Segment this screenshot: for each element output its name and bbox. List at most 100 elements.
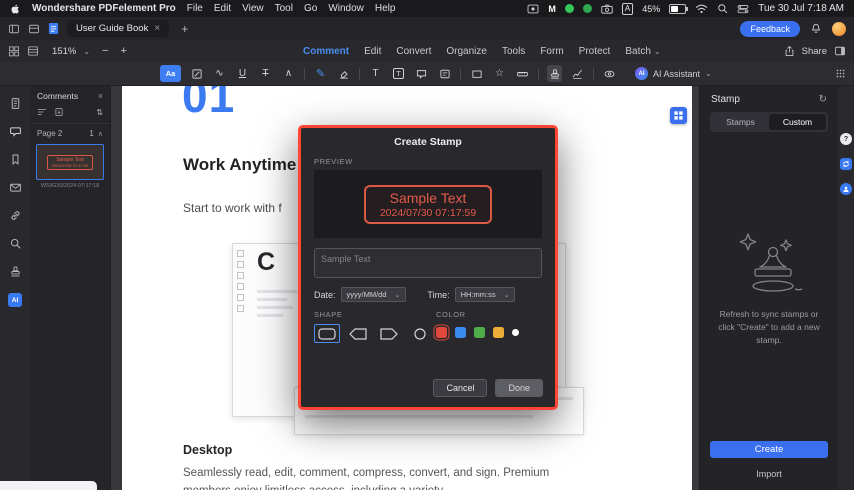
wifi-icon[interactable]: [695, 3, 708, 14]
color-blue-swatch[interactable]: [455, 327, 466, 338]
camera-icon[interactable]: [601, 4, 613, 14]
ai-assistant-button[interactable]: AI AI Assistant ⌄: [635, 67, 712, 80]
share-label[interactable]: Share: [802, 46, 827, 57]
menu-file[interactable]: File: [187, 3, 203, 14]
color-green-swatch[interactable]: [474, 327, 485, 338]
date-format-select[interactable]: yyyy/MM/dd ⌄: [340, 287, 407, 302]
zoom-out-button[interactable]: −: [102, 45, 108, 57]
control-center-icon[interactable]: [737, 4, 749, 14]
measure-tool-button[interactable]: [515, 65, 530, 82]
stamp-text-input[interactable]: [314, 248, 542, 278]
color-red-swatch[interactable]: [436, 327, 447, 338]
tab-edit[interactable]: Edit: [364, 46, 381, 57]
share-icon[interactable]: [784, 45, 795, 57]
eraser-tool-button[interactable]: [336, 65, 351, 82]
feedback-button[interactable]: Feedback: [740, 20, 800, 37]
cloud-sync-icon[interactable]: [840, 158, 852, 170]
callout-tool-button[interactable]: [414, 65, 429, 82]
tab-protect[interactable]: Protect: [579, 46, 611, 57]
bookmarks-panel-icon[interactable]: [9, 153, 22, 166]
app-menu-title[interactable]: Wondershare PDFelement Pro: [32, 3, 176, 14]
notifications-bell-icon[interactable]: [810, 22, 822, 35]
menu-view[interactable]: View: [242, 3, 264, 14]
quick-tools-button[interactable]: [670, 107, 687, 124]
stamps-panel-icon[interactable]: [9, 265, 22, 278]
zoom-level[interactable]: 151%: [52, 46, 76, 57]
shape-tag-left-button[interactable]: [345, 324, 371, 343]
apps-grid-icon[interactable]: [835, 68, 846, 79]
tab-tools[interactable]: Tools: [502, 46, 525, 57]
squiggly-underline-tool-button[interactable]: ∿: [212, 65, 227, 82]
zoom-chevron-icon[interactable]: ⌄: [83, 47, 90, 56]
apple-menu-icon[interactable]: [10, 3, 21, 15]
menubar-clock[interactable]: Tue 30 Jul 7:18 AM: [758, 3, 844, 14]
shape-tag-right-button[interactable]: [376, 324, 402, 343]
text-comment-tool-button[interactable]: T: [368, 65, 383, 82]
cancel-button[interactable]: Cancel: [433, 379, 488, 397]
menu-window[interactable]: Window: [328, 3, 364, 14]
document-tab[interactable]: User Guide Book ×: [67, 20, 170, 37]
tab-batch[interactable]: Batch ⌄: [625, 46, 660, 57]
area-highlight-tool-button[interactable]: [189, 65, 204, 82]
stamp-tool-button[interactable]: [547, 65, 562, 82]
link-panel-icon[interactable]: [9, 209, 22, 222]
close-comments-panel-icon[interactable]: ×: [98, 91, 103, 101]
export-comments-icon[interactable]: [54, 107, 64, 117]
refresh-stamps-icon[interactable]: ↻: [819, 94, 827, 105]
color-white-swatch[interactable]: [512, 329, 519, 336]
shape-tool-button[interactable]: [469, 65, 484, 82]
spotlight-search-icon[interactable]: [717, 3, 728, 14]
tab-close-icon[interactable]: ×: [154, 23, 160, 34]
input-source-icon[interactable]: A: [621, 2, 634, 15]
tab-form[interactable]: Form: [540, 46, 563, 57]
comments-page-group[interactable]: Page 2 1 ∧: [30, 124, 110, 143]
tab-organize[interactable]: Organize: [446, 46, 487, 57]
ai-sidebar-icon[interactable]: AI: [8, 293, 22, 307]
profile-icon[interactable]: [840, 183, 852, 195]
zoom-in-button[interactable]: +: [120, 45, 126, 57]
screen-record-icon[interactable]: [527, 4, 539, 14]
window-controls-icon[interactable]: [8, 23, 20, 35]
menu-edit[interactable]: Edit: [214, 3, 231, 14]
hide-annotations-eye-icon[interactable]: [602, 65, 617, 82]
comments-panel-icon[interactable]: [9, 125, 22, 138]
caret-tool-button[interactable]: ∧: [281, 65, 296, 82]
tab-stamps[interactable]: Stamps: [712, 114, 769, 130]
history-icon[interactable]: [28, 23, 40, 35]
underline-tool-button[interactable]: U: [235, 65, 250, 82]
attachments-panel-icon[interactable]: [9, 181, 22, 194]
account-avatar[interactable]: [832, 21, 846, 36]
time-format-select[interactable]: HH:mm:ss ⌄: [454, 287, 516, 302]
help-chat-icon[interactable]: ?: [840, 133, 852, 145]
comment-thumbnail[interactable]: Sample Text 2024/07/30 07:17:59: [36, 144, 104, 180]
star-tool-button[interactable]: ☆: [492, 65, 507, 82]
right-panel-toggle-icon[interactable]: [834, 45, 846, 57]
shape-rounded-rect-button[interactable]: [314, 324, 340, 343]
thumbnail-panel-toggle-icon[interactable]: [8, 45, 20, 57]
sort-comments-icon[interactable]: ⇅: [96, 108, 103, 117]
green-status-icon[interactable]: [582, 4, 592, 13]
mail-m-icon[interactable]: M: [548, 4, 556, 14]
tab-custom[interactable]: Custom: [769, 114, 826, 130]
color-yellow-swatch[interactable]: [493, 327, 504, 338]
sticky-note-tool-button[interactable]: [437, 65, 452, 82]
search-panel-icon[interactable]: [9, 237, 22, 250]
text-box-tool-button[interactable]: T: [391, 65, 406, 82]
wechat-status-icon[interactable]: [564, 4, 574, 13]
collapse-group-icon[interactable]: ∧: [98, 130, 103, 138]
pencil-tool-button[interactable]: ✎: [313, 65, 328, 82]
create-stamp-button[interactable]: Create: [710, 441, 828, 458]
highlight-tool-button[interactable]: Aa: [160, 65, 181, 82]
expand-comments-icon[interactable]: [37, 107, 47, 117]
done-button[interactable]: Done: [495, 379, 543, 397]
menu-help[interactable]: Help: [375, 3, 396, 14]
menu-tool[interactable]: Tool: [275, 3, 293, 14]
new-tab-button[interactable]: +: [181, 22, 188, 36]
import-stamp-button[interactable]: Import: [700, 469, 838, 479]
thumbnails-panel-icon[interactable]: [9, 97, 22, 110]
menu-go[interactable]: Go: [304, 3, 317, 14]
shape-circle-button[interactable]: [407, 324, 433, 343]
page-layout-icon[interactable]: [27, 45, 39, 57]
signature-tool-button[interactable]: [570, 65, 585, 82]
tab-convert[interactable]: Convert: [396, 46, 431, 57]
